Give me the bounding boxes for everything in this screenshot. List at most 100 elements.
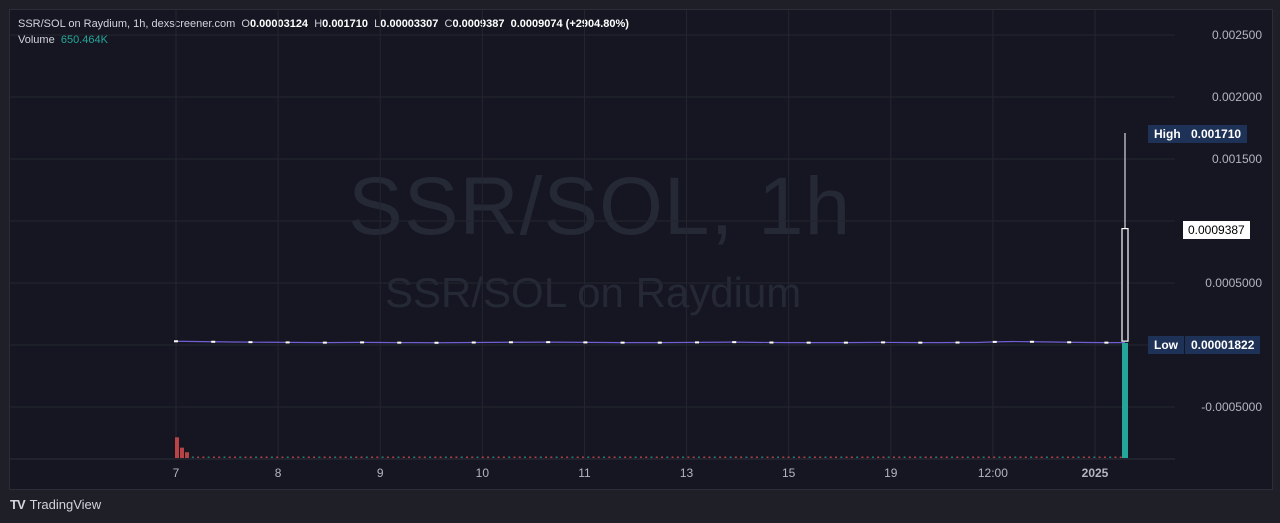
volume-bar	[935, 456, 938, 458]
price-candle	[657, 341, 662, 344]
volume-bar	[982, 456, 985, 458]
volume-bar	[893, 456, 896, 458]
price-candle	[434, 341, 439, 344]
volume-bar	[1040, 456, 1043, 458]
price-candle	[955, 341, 960, 344]
volume-bar	[1082, 456, 1085, 458]
volume-bar	[835, 456, 838, 458]
volume-bar	[666, 456, 669, 458]
volume-bar	[919, 456, 922, 458]
volume-bar	[898, 456, 901, 458]
volume-bar	[1077, 456, 1080, 458]
volume-bar	[576, 456, 579, 458]
volume-bar	[787, 456, 790, 458]
volume-bar	[444, 456, 447, 458]
volume-bar	[966, 456, 969, 458]
volume-bar	[1103, 456, 1106, 458]
x-tick-label: 19	[884, 466, 898, 480]
volume-bar	[650, 456, 653, 458]
volume-bar	[845, 456, 848, 458]
volume-bar	[249, 456, 252, 458]
x-tick-label: 12:00	[978, 466, 1008, 480]
volume-bar	[1014, 456, 1017, 458]
volume-bar	[977, 456, 980, 458]
volume-bar	[450, 456, 453, 458]
y-tick-label: 0.001500	[1212, 152, 1262, 166]
volume-bar	[355, 456, 358, 458]
volume-bar	[1019, 456, 1022, 458]
volume-bar	[513, 456, 516, 458]
price-candle	[769, 341, 774, 344]
volume-bar	[185, 452, 189, 458]
volume-bar	[471, 456, 474, 458]
volume-bar	[270, 456, 273, 458]
volume-bar	[276, 456, 279, 458]
volume-bar	[508, 456, 511, 458]
volume-bar	[328, 456, 331, 458]
volume-bar	[1119, 456, 1122, 458]
volume-bar	[392, 456, 395, 458]
x-tick-label: 8	[275, 466, 282, 480]
volume-bar	[871, 456, 874, 458]
y-tick-label: -0.0005000	[1201, 400, 1262, 414]
volume-bar	[724, 456, 727, 458]
x-tick-label: 15	[782, 466, 796, 480]
price-candle	[881, 341, 886, 344]
volume-bar	[502, 456, 505, 458]
chart-frame[interactable]: SSR/SOL on Raydium, 1h, dexscreener.com …	[9, 9, 1273, 490]
volume-bar	[771, 456, 774, 458]
volume-bar	[566, 456, 569, 458]
volume-bar	[497, 456, 500, 458]
price-candle	[620, 341, 625, 344]
tradingview-logo[interactable]: TV TradingView	[10, 497, 101, 512]
volume-bar	[1024, 456, 1027, 458]
volume-bar	[418, 456, 421, 458]
volume-bar	[755, 456, 758, 458]
volume-bar	[492, 456, 495, 458]
price-chart[interactable]: 0.002500 0.002000 0.001500 0.0005000 -0.0005…	[10, 10, 1272, 489]
volume-bar	[197, 456, 200, 458]
volume-bar	[218, 456, 221, 458]
volume-bar	[286, 456, 289, 458]
volume-bar	[534, 456, 537, 458]
price-candle	[211, 340, 216, 343]
price-candle	[360, 341, 365, 344]
volume-bar	[808, 456, 811, 458]
volume-bar	[228, 456, 231, 458]
volume-bar	[349, 456, 352, 458]
volume-bar	[465, 456, 468, 458]
volume-bar	[629, 456, 632, 458]
volume-bar	[281, 456, 284, 458]
volume-bar	[961, 456, 964, 458]
volume-bar	[365, 456, 368, 458]
price-candle	[806, 341, 811, 344]
y-tick-label: 0.002000	[1212, 90, 1262, 104]
volume-bar	[455, 456, 458, 458]
low-marker-label: Low	[1148, 336, 1184, 354]
volume-bar	[460, 456, 463, 458]
volume-bar	[550, 456, 553, 458]
volume-bar	[951, 456, 954, 458]
price-line	[175, 340, 1125, 344]
high-marker-value: 0.001710	[1185, 125, 1248, 143]
x-tick-label: 11	[578, 466, 591, 480]
volume-bar	[697, 456, 700, 458]
volume-bar	[687, 456, 690, 458]
volume-bar	[603, 456, 606, 458]
volume-bar	[618, 456, 621, 458]
volume-bar	[908, 456, 911, 458]
price-candle	[322, 341, 327, 344]
volume-bar	[255, 456, 258, 458]
volume-bar	[239, 456, 242, 458]
volume-bar	[914, 456, 917, 458]
volume-bar	[481, 456, 484, 458]
volume-bar	[882, 456, 885, 458]
volume-bar	[323, 456, 326, 458]
volume-bar	[233, 456, 236, 458]
volume-bar	[703, 456, 706, 458]
volume-bar	[940, 456, 943, 458]
volume-bar	[792, 456, 795, 458]
volume-bar	[407, 456, 410, 458]
volume-bar	[956, 456, 959, 458]
volume-bar	[1098, 456, 1101, 458]
